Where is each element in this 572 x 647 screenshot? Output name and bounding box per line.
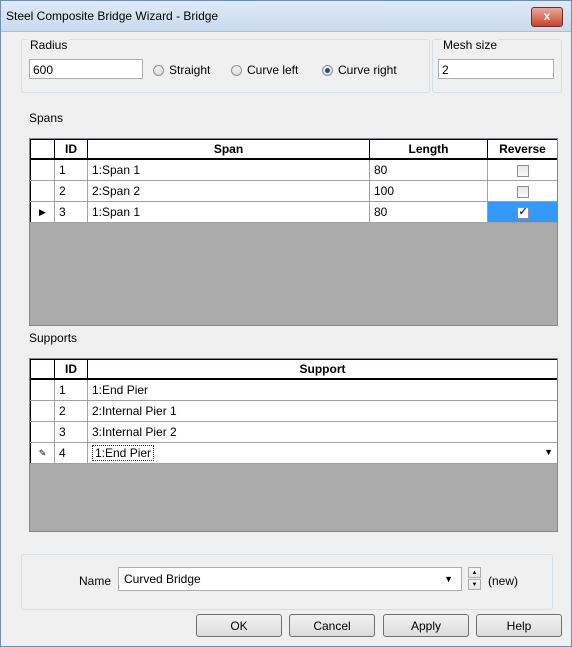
close-button[interactable]: x <box>531 7 563 27</box>
dialog-window: Steel Composite Bridge Wizard - Bridge x… <box>0 0 572 647</box>
span-length-cell[interactable]: 80 <box>369 158 488 181</box>
support-id-cell[interactable]: 4 <box>54 442 88 464</box>
spans-header-row: ID Span Length Reverse <box>30 139 557 160</box>
span-id-cell[interactable]: 2 <box>54 180 88 202</box>
reverse-checkbox[interactable] <box>516 185 529 198</box>
row-header[interactable] <box>30 378 55 401</box>
supports-header-row: ID Support <box>30 359 557 380</box>
span-length-cell[interactable]: 80 <box>369 201 488 223</box>
table-row[interactable]: ▶ 3 1:Span 1 80 <box>30 201 557 223</box>
spans-col-span[interactable]: Span <box>87 139 370 160</box>
table-row[interactable]: ✎ 4 1:End Pier ▼ <box>30 442 557 464</box>
radius-label: Radius <box>28 38 70 52</box>
supports-corner-header[interactable] <box>30 359 55 380</box>
supports-label: Supports <box>29 331 78 345</box>
cancel-button[interactable]: Cancel <box>289 614 375 637</box>
radio-curve-left-circle <box>231 64 242 76</box>
radio-straight-circle <box>153 64 164 76</box>
name-spinner[interactable]: ▲ ▼ <box>468 567 481 591</box>
supports-col-support[interactable]: Support <box>87 359 557 380</box>
span-name-cell[interactable]: 2:Span 2 <box>87 180 370 202</box>
spans-label: Spans <box>29 111 64 125</box>
radius-input[interactable]: 600 <box>29 59 143 79</box>
current-row-arrow-icon: ▶ <box>39 206 46 217</box>
span-name-cell[interactable]: 1:Span 1 <box>87 158 370 181</box>
support-id-cell[interactable]: 1 <box>54 378 88 401</box>
spans-grid: ID Span Length Reverse 1 1:Span 1 80 2 2… <box>29 138 558 326</box>
editing-row-header[interactable]: ✎ <box>30 442 55 464</box>
span-length-cell[interactable]: 100 <box>369 180 488 202</box>
name-combo[interactable]: Curved Bridge ▼ <box>118 567 462 591</box>
supports-grid: ID Support 1 1:End Pier 2 2:Internal Pie… <box>29 358 558 532</box>
table-row[interactable]: 2 2:Span 2 100 <box>30 180 557 202</box>
radio-curve-left-label: Curve left <box>247 63 299 77</box>
support-name-cell[interactable]: 3:Internal Pier 2 <box>87 421 557 443</box>
support-combo-cell[interactable]: 1:End Pier ▼ <box>87 442 557 464</box>
spans-corner-header[interactable] <box>30 139 55 160</box>
name-label: Name <box>79 574 112 588</box>
row-header[interactable] <box>30 400 55 422</box>
row-header[interactable] <box>30 180 55 202</box>
row-header[interactable] <box>30 421 55 443</box>
reverse-checkbox-checked[interactable] <box>516 205 529 219</box>
support-combo-value[interactable]: 1:End Pier <box>92 445 155 461</box>
support-name-cell[interactable]: 1:End Pier <box>87 378 557 401</box>
span-reverse-cell[interactable] <box>487 180 557 202</box>
reverse-checkbox[interactable] <box>516 164 529 177</box>
supports-col-id[interactable]: ID <box>54 359 88 380</box>
span-id-cell[interactable]: 3 <box>54 201 88 223</box>
current-row-header[interactable]: ▶ <box>30 201 55 223</box>
table-row[interactable]: 1 1:Span 1 80 <box>30 158 557 181</box>
mesh-label: Mesh size <box>441 38 500 52</box>
span-reverse-cell[interactable] <box>487 201 557 223</box>
table-row[interactable]: 3 3:Internal Pier 2 <box>30 421 557 443</box>
title-bar[interactable]: Steel Composite Bridge Wizard - Bridge x <box>1 1 571 32</box>
radio-curve-right-label: Curve right <box>338 63 397 77</box>
radio-straight-label: Straight <box>169 63 211 77</box>
mesh-input[interactable]: 2 <box>438 59 554 79</box>
table-row[interactable]: 2 2:Internal Pier 1 <box>30 400 557 422</box>
close-icon: x <box>543 9 551 23</box>
span-id-cell[interactable]: 1 <box>54 158 88 181</box>
spin-up-icon[interactable]: ▲ <box>468 567 481 578</box>
ok-button[interactable]: OK <box>196 614 282 637</box>
radio-straight[interactable]: Straight <box>153 63 210 77</box>
table-row[interactable]: 1 1:End Pier <box>30 378 557 401</box>
span-reverse-cell[interactable] <box>487 158 557 181</box>
row-header[interactable] <box>30 158 55 181</box>
span-name-cell[interactable]: 1:Span 1 <box>87 201 370 223</box>
support-id-cell[interactable]: 3 <box>54 421 88 443</box>
spans-col-length[interactable]: Length <box>369 139 488 160</box>
name-dropdown-arrow-icon[interactable]: ▼ <box>444 568 453 590</box>
help-button[interactable]: Help <box>476 614 562 637</box>
radio-curve-right-circle <box>322 64 333 76</box>
spans-col-id[interactable]: ID <box>54 139 88 160</box>
radio-curve-right[interactable]: Curve right <box>322 63 397 77</box>
pencil-icon: ✎ <box>38 447 47 458</box>
support-id-cell[interactable]: 2 <box>54 400 88 422</box>
window-title: Steel Composite Bridge Wizard - Bridge <box>6 9 219 23</box>
dropdown-arrow-icon[interactable]: ▼ <box>544 447 553 457</box>
spin-down-icon[interactable]: ▼ <box>468 579 481 590</box>
name-status: (new) <box>488 574 519 588</box>
radio-curve-left[interactable]: Curve left <box>231 63 298 77</box>
name-combo-value: Curved Bridge <box>124 572 201 586</box>
apply-button[interactable]: Apply <box>383 614 469 637</box>
spans-col-reverse[interactable]: Reverse <box>487 139 557 160</box>
support-name-cell[interactable]: 2:Internal Pier 1 <box>87 400 557 422</box>
